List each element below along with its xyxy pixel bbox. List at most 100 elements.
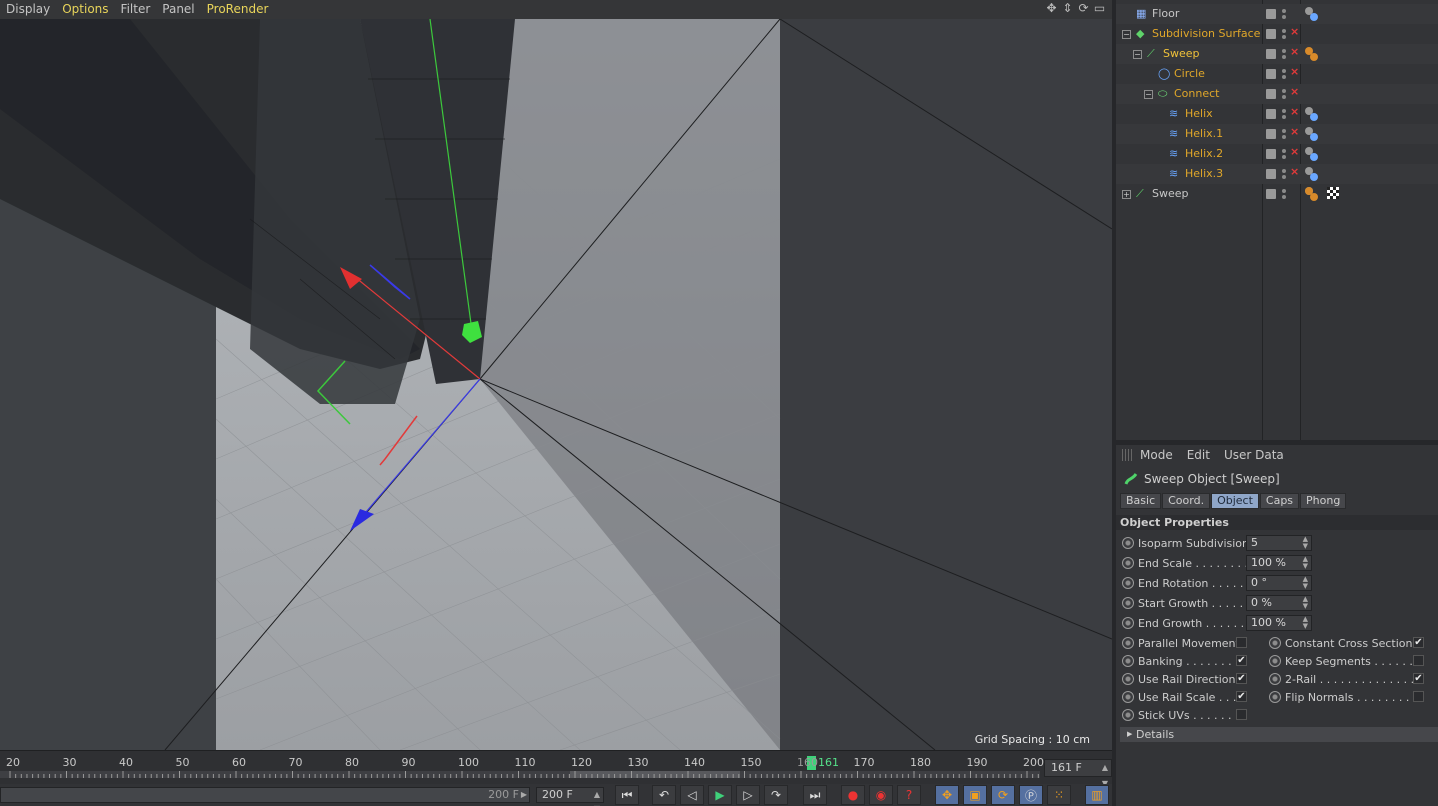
tag-icon[interactable] — [1310, 13, 1318, 21]
visibility-dot-icon[interactable] — [1282, 155, 1286, 159]
object-row[interactable]: ◯ Circle × — [1116, 64, 1438, 84]
checkbox[interactable] — [1236, 709, 1247, 720]
checkbox[interactable]: ✔ — [1236, 655, 1247, 666]
timeline-window-button[interactable]: ▥ — [1085, 785, 1109, 805]
disabled-x-icon[interactable]: × — [1290, 145, 1299, 158]
tab-phong[interactable]: Phong — [1300, 493, 1347, 509]
disabled-x-icon[interactable]: × — [1290, 165, 1299, 178]
point-level-key-button[interactable]: ⁙ — [1047, 785, 1071, 805]
material-tag-icon[interactable] — [1305, 187, 1313, 195]
visibility-dot-icon[interactable] — [1282, 135, 1286, 139]
expand-toggle-icon[interactable]: + — [1122, 190, 1131, 199]
play-button[interactable]: ▶ — [708, 785, 732, 805]
visibility-dot-icon[interactable] — [1282, 169, 1286, 173]
visibility-dot-icon[interactable] — [1282, 195, 1286, 199]
record-button[interactable]: ● — [841, 785, 865, 805]
property-value-field[interactable]: 0 % ▲ ▼ — [1246, 595, 1312, 611]
tag-icon[interactable] — [1310, 53, 1318, 61]
object-name[interactable]: Helix.2 — [1185, 147, 1223, 160]
visibility-dot-icon[interactable] — [1282, 75, 1286, 79]
menu-prorender[interactable]: ProRender — [201, 0, 275, 19]
step-forward-button[interactable]: ▷ — [736, 785, 760, 805]
animate-radio-icon[interactable] — [1122, 537, 1134, 549]
animate-radio-icon[interactable] — [1122, 655, 1134, 667]
animate-radio-icon[interactable] — [1122, 691, 1134, 703]
rotate-key-button[interactable]: ⟳ — [991, 785, 1015, 805]
expand-toggle-icon[interactable]: − — [1144, 90, 1153, 99]
animate-radio-icon[interactable] — [1122, 597, 1134, 609]
disabled-x-icon[interactable]: × — [1290, 125, 1299, 138]
object-name[interactable]: Helix — [1185, 107, 1213, 120]
tag-icon[interactable] — [1310, 153, 1318, 161]
checker-texture-tag-icon[interactable] — [1327, 187, 1339, 199]
checkbox[interactable] — [1413, 691, 1424, 702]
visibility-dot-icon[interactable] — [1282, 29, 1286, 33]
stepper-icon[interactable]: ▲▼ — [594, 788, 600, 806]
animate-radio-icon[interactable] — [1269, 691, 1281, 703]
layer-flag-icon[interactable] — [1266, 49, 1276, 59]
timeline[interactable]: 20 30 40 50 60 70 80 90 100 110 120 130 140 150 160 170… — [0, 750, 1112, 788]
menu-mode[interactable]: Mode — [1140, 448, 1173, 462]
object-name[interactable]: Helix.1 — [1185, 127, 1223, 140]
checkbox[interactable]: ✔ — [1236, 691, 1247, 702]
object-row[interactable]: − ⟋ Sweep × — [1116, 44, 1438, 64]
disabled-x-icon[interactable]: × — [1290, 25, 1299, 38]
animate-radio-icon[interactable] — [1122, 709, 1134, 721]
visibility-dot-icon[interactable] — [1282, 35, 1286, 39]
stepper-icon[interactable]: ▲▼ — [1303, 616, 1308, 630]
layer-flag-icon[interactable] — [1266, 69, 1276, 79]
object-manager[interactable]: ▦ Floor − ◆ Subdivision Surface × − ⟋ Sweep × ◯ Cir… — [1116, 0, 1438, 440]
visibility-dot-icon[interactable] — [1282, 149, 1286, 153]
tag-icon[interactable] — [1310, 173, 1318, 181]
menu-filter[interactable]: Filter — [115, 0, 157, 19]
visibility-dot-icon[interactable] — [1282, 69, 1286, 73]
stepper-icon[interactable]: ▲▼ — [1303, 556, 1308, 570]
layer-flag-icon[interactable] — [1266, 29, 1276, 39]
disabled-x-icon[interactable]: × — [1290, 85, 1299, 98]
menu-display[interactable]: Display — [0, 0, 56, 19]
scale-key-button[interactable]: ▣ — [963, 785, 987, 805]
visibility-dot-icon[interactable] — [1282, 129, 1286, 133]
object-row[interactable]: ≋ Helix.3 × — [1116, 164, 1438, 184]
object-name[interactable]: Subdivision Surface — [1152, 27, 1260, 40]
max-frame-field[interactable]: 200 F ▲▼ — [536, 787, 604, 806]
menu-panel[interactable]: Panel — [156, 0, 200, 19]
tab-caps[interactable]: Caps — [1259, 493, 1300, 509]
stepper-icon[interactable]: ▲▼ — [1303, 576, 1308, 590]
current-frame-field[interactable]: 161 F ▲▼ — [1044, 759, 1112, 788]
layer-flag-icon[interactable] — [1266, 169, 1276, 179]
tag-icon[interactable] — [1310, 133, 1318, 141]
visibility-dot-icon[interactable] — [1282, 9, 1286, 13]
layer-flag-icon[interactable] — [1266, 89, 1276, 99]
menu-edit[interactable]: Edit — [1187, 448, 1210, 462]
visibility-dot-icon[interactable] — [1282, 109, 1286, 113]
visibility-dot-icon[interactable] — [1282, 55, 1286, 59]
go-to-end-button[interactable]: ⏭ — [803, 785, 827, 805]
keyframe-selection-button[interactable]: ? — [897, 785, 921, 805]
stepper-icon[interactable]: ▲▼ — [1303, 596, 1308, 610]
animate-radio-icon[interactable] — [1122, 577, 1134, 589]
layer-flag-icon[interactable] — [1266, 189, 1276, 199]
3d-viewport[interactable]: Grid Spacing : 10 cm — [0, 19, 1112, 750]
disabled-x-icon[interactable]: × — [1290, 45, 1299, 58]
move-key-button[interactable]: ✥ — [935, 785, 959, 805]
frame-range-slider[interactable]: 200 F ▶ — [0, 787, 530, 803]
layer-flag-icon[interactable] — [1266, 9, 1276, 19]
animate-radio-icon[interactable] — [1122, 673, 1134, 685]
move-view-icon[interactable]: ✥ — [1045, 1, 1058, 16]
zoom-view-icon[interactable]: ⇕ — [1061, 1, 1074, 16]
step-back-button[interactable]: ◁ — [680, 785, 704, 805]
property-value-field[interactable]: 100 % ▲ ▼ — [1246, 615, 1312, 631]
layer-flag-icon[interactable] — [1266, 109, 1276, 119]
visibility-dot-icon[interactable] — [1282, 175, 1286, 179]
object-name[interactable]: Circle — [1174, 67, 1205, 80]
visibility-dot-icon[interactable] — [1282, 89, 1286, 93]
layer-flag-icon[interactable] — [1266, 149, 1276, 159]
animate-radio-icon[interactable] — [1122, 637, 1134, 649]
animate-radio-icon[interactable] — [1269, 655, 1281, 667]
visibility-dot-icon[interactable] — [1282, 115, 1286, 119]
visibility-dot-icon[interactable] — [1282, 95, 1286, 99]
menu-user-data[interactable]: User Data — [1224, 448, 1284, 462]
object-row[interactable]: − ⬭ Connect × — [1116, 84, 1438, 104]
stepper-icon[interactable]: ▲▼ — [1303, 536, 1308, 550]
